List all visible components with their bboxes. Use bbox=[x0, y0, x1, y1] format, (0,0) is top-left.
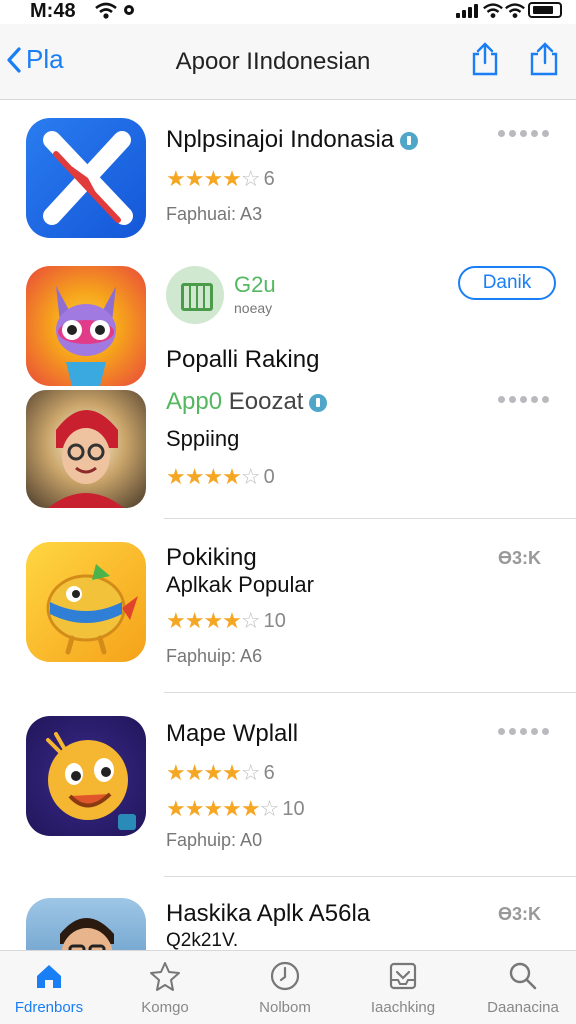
battery-icon bbox=[528, 2, 562, 18]
star-rating: ★★★★ ☆ 0 bbox=[166, 464, 275, 489]
app-icon bbox=[26, 898, 146, 950]
clock-icon bbox=[270, 961, 300, 991]
app-name: Nplpsinajoi Indonasia bbox=[166, 126, 419, 154]
star-rating: ★★★★ ☆ 6 bbox=[166, 760, 275, 785]
app-subtitle: Sppiing bbox=[166, 426, 240, 451]
tab-label: Daanacina bbox=[487, 999, 559, 1016]
divider bbox=[164, 692, 576, 693]
app-category-highlight: App0 bbox=[166, 388, 223, 415]
wifi-icon bbox=[483, 3, 503, 18]
more-icon[interactable] bbox=[498, 396, 549, 403]
app-category: App0 Eoozat bbox=[166, 388, 328, 416]
tab-label: Iaachking bbox=[370, 999, 436, 1016]
tab-top-charts[interactable]: Komgo bbox=[110, 959, 220, 1016]
verified-icon bbox=[309, 393, 328, 412]
star-rating: ★★★★★ ☆ 10 bbox=[166, 796, 305, 821]
promo-subtitle: noeay bbox=[234, 300, 273, 316]
rating-count: 10 bbox=[263, 609, 286, 632]
app-meta: Faphuip: A0 bbox=[166, 830, 263, 850]
share-icon[interactable] bbox=[528, 41, 560, 77]
app-icon bbox=[26, 542, 146, 662]
share-icon[interactable] bbox=[470, 41, 500, 77]
app-name: Mape Wplall bbox=[166, 720, 299, 747]
back-button[interactable]: Pla bbox=[6, 44, 64, 75]
chevron-left-icon bbox=[7, 46, 21, 73]
status-badge: Ɵ3:K bbox=[498, 904, 542, 924]
rating-count: 10 bbox=[282, 797, 305, 820]
more-icon[interactable] bbox=[498, 130, 549, 137]
tab-recent[interactable]: Nolbom bbox=[230, 959, 340, 1016]
tab-search[interactable]: Daanacina bbox=[468, 959, 576, 1016]
app-meta: Faphuai: A3 bbox=[166, 204, 263, 224]
status-bar: M:48 bbox=[0, 0, 576, 24]
wifi-icon bbox=[95, 2, 117, 19]
promo-icon bbox=[166, 266, 224, 324]
app-icon bbox=[26, 266, 146, 386]
app-name: Popalli Raking bbox=[166, 346, 320, 373]
app-category-rest: Eoozat bbox=[228, 388, 304, 415]
more-icon[interactable] bbox=[498, 728, 549, 735]
tab-label: Komgo bbox=[141, 999, 189, 1016]
tab-updates[interactable]: Iaachking bbox=[348, 959, 458, 1016]
rating-count: 6 bbox=[263, 167, 275, 190]
location-icon bbox=[124, 5, 134, 15]
navigation-bar: Pla Apoor IIndonesian bbox=[0, 24, 576, 100]
search-icon bbox=[509, 962, 537, 990]
app-name: Pokiking bbox=[166, 544, 257, 571]
app-subtitle: Q2k21V. bbox=[166, 930, 239, 950]
rating-count: 0 bbox=[263, 465, 275, 488]
app-name: Haskika Aplk A56la bbox=[166, 900, 371, 927]
wifi-icon bbox=[505, 3, 525, 18]
status-badge: Ɵ3:K bbox=[498, 548, 542, 568]
app-icon bbox=[26, 390, 146, 508]
divider bbox=[164, 518, 576, 519]
promo-title: G2u bbox=[234, 272, 276, 297]
divider bbox=[164, 876, 576, 877]
get-button[interactable]: Danik bbox=[458, 266, 556, 300]
status-time: M:48 bbox=[30, 0, 76, 22]
inbox-icon bbox=[389, 962, 417, 990]
tab-label: Nolbom bbox=[259, 999, 311, 1016]
app-subtitle: Aplkak Popular bbox=[166, 572, 314, 597]
back-label: Pla bbox=[26, 44, 64, 74]
tab-bar: Fdrenbors Komgo Nolbom Iaachking Daanaci… bbox=[0, 950, 576, 1024]
star-rating: ★★★★ ☆ 6 bbox=[166, 166, 275, 191]
star-icon bbox=[150, 962, 180, 991]
app-name-text: Nplpsinajoi Indonasia bbox=[166, 126, 395, 153]
star-rating: ★★★★ ☆ 10 bbox=[166, 608, 286, 633]
page-title: Apoor IIndonesian bbox=[175, 48, 371, 75]
verified-icon bbox=[400, 131, 419, 150]
tab-featured[interactable]: Fdrenbors bbox=[0, 959, 104, 1016]
rating-count: 6 bbox=[263, 761, 275, 784]
tab-label: Fdrenbors bbox=[14, 999, 84, 1016]
app-list: Nplpsinajoi Indonasia ★★★★ ☆ 6 Faphuai: A3… bbox=[0, 100, 576, 950]
app-icon bbox=[26, 118, 146, 238]
app-icon bbox=[26, 716, 146, 836]
home-icon bbox=[37, 965, 61, 988]
signal-icon bbox=[456, 4, 478, 18]
app-meta: Faphuip: A6 bbox=[166, 646, 263, 666]
